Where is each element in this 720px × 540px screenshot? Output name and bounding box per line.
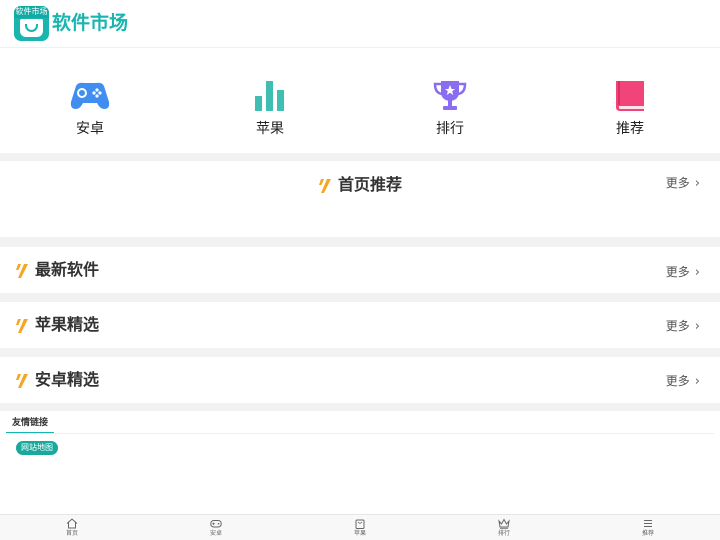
bottom-tab-bar: 首页 安卓 苹果 排行 推荐 — [0, 514, 720, 540]
tab-home[interactable]: 首页 — [0, 515, 144, 540]
gamepad-icon — [70, 82, 110, 109]
more-label: 更多 — [665, 374, 690, 388]
divider — [0, 153, 720, 161]
book-icon — [616, 81, 644, 111]
slash-icon — [16, 264, 28, 278]
site-title[interactable]: 软件市场 — [52, 10, 128, 36]
slash-icon — [16, 374, 28, 388]
tab-android[interactable]: 安卓 — [144, 515, 288, 540]
section-latest-software: 最新软件 更多 › — [0, 247, 720, 293]
more-link[interactable]: 更多 › — [666, 175, 700, 192]
category-recommend[interactable]: 推荐 — [540, 58, 720, 148]
category-nav: 安卓 苹果 排行 推荐 — [0, 58, 720, 148]
tab-ranking[interactable]: 排行 — [432, 515, 576, 540]
chevron-right-icon: › — [694, 265, 700, 280]
bag-icon — [355, 519, 365, 529]
logo-text: 软件市场 — [14, 6, 49, 18]
section-home-recommend: 首页推荐 更多 › — [0, 161, 720, 237]
divider — [0, 237, 720, 247]
sitemap-link[interactable]: 网站地图 — [16, 441, 58, 455]
section-title: 安卓精选 — [35, 370, 100, 389]
home-icon — [66, 518, 78, 529]
friend-links: 友情链接 网站地图 — [0, 411, 720, 514]
category-label: 苹果 — [256, 121, 284, 137]
header-bar: 软件市场 软件市场 — [0, 0, 720, 48]
category-android[interactable]: 安卓 — [0, 58, 180, 148]
more-link[interactable]: 更多 › — [666, 264, 700, 281]
tab-label: 推荐 — [641, 530, 654, 537]
list-icon — [644, 520, 652, 527]
slash-icon — [16, 319, 28, 333]
category-ranking[interactable]: 排行 — [360, 58, 540, 148]
gamepad-icon — [210, 520, 222, 528]
crown-icon — [498, 518, 510, 529]
category-label: 推荐 — [616, 121, 644, 137]
section-android-picks: 安卓精选 更多 › — [0, 357, 720, 403]
more-label: 更多 — [665, 265, 690, 279]
divider — [6, 433, 714, 434]
divider — [0, 403, 720, 411]
more-link[interactable]: 更多 › — [666, 373, 700, 390]
tab-label: 苹果 — [353, 530, 366, 537]
chevron-right-icon: › — [694, 319, 700, 334]
more-label: 更多 — [665, 319, 690, 333]
bar-chart-icon — [255, 81, 284, 111]
slash-icon — [319, 179, 331, 193]
category-label: 安卓 — [76, 121, 104, 137]
chevron-right-icon: › — [694, 176, 700, 191]
more-label: 更多 — [665, 176, 690, 190]
trophy-icon — [433, 81, 467, 110]
tab-recommend[interactable]: 推荐 — [576, 515, 720, 540]
divider — [0, 293, 720, 302]
category-apple[interactable]: 苹果 — [180, 58, 360, 148]
divider — [0, 348, 720, 357]
tab-label: 首页 — [65, 530, 78, 537]
category-label: 排行 — [436, 121, 464, 137]
tab-label: 排行 — [497, 530, 510, 537]
section-title: 苹果精选 — [35, 315, 100, 334]
site-logo[interactable]: 软件市场 — [14, 6, 49, 41]
section-title: 首页推荐 — [338, 175, 403, 194]
tab-label: 安卓 — [209, 530, 222, 537]
section-apple-picks: 苹果精选 更多 › — [0, 302, 720, 348]
more-link[interactable]: 更多 › — [666, 318, 700, 335]
tab-apple[interactable]: 苹果 — [288, 515, 432, 540]
section-title: 最新软件 — [35, 260, 100, 279]
chevron-right-icon: › — [694, 374, 700, 389]
friend-links-title: 友情链接 — [6, 417, 55, 434]
